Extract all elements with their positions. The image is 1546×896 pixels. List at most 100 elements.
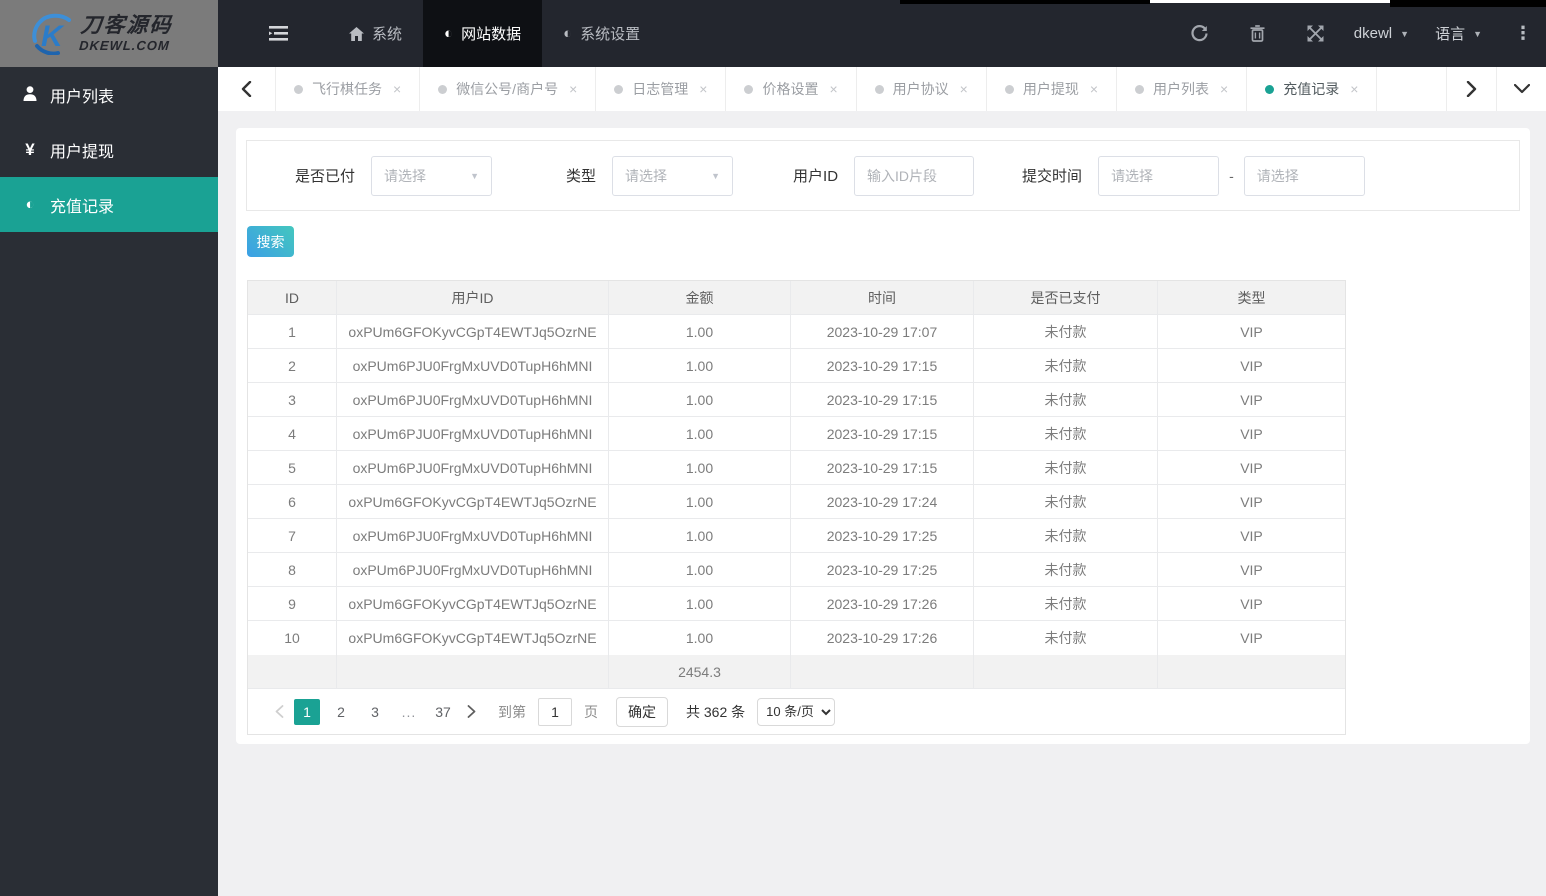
table-row: 7 oxPUm6PJU0FrgMxUVD0TupH6hMNI 1.00 2023… (248, 519, 1345, 553)
tab-item[interactable]: 价格设置 × (726, 67, 857, 111)
table-row: 2 oxPUm6PJU0FrgMxUVD0TupH6hMNI 1.00 2023… (248, 349, 1345, 383)
sidebar-item-recharge-records[interactable]: ◐ 充值记录 (0, 177, 218, 232)
tab-status-dot (438, 84, 448, 94)
column-header-paid: 是否已支付 (974, 281, 1158, 314)
cell-time: 2023-10-29 17:24 (791, 485, 974, 518)
tab-status-dot (874, 84, 884, 94)
pagination-bar: 1 2 3 ... 37 到第 页 确定 共 362 条 10 条/页 (248, 689, 1345, 734)
brand-text: 刀客源码 DKEWL.COM (79, 14, 174, 53)
cell-time: 2023-10-29 17:25 (791, 519, 974, 552)
page-number[interactable]: 37 (430, 699, 456, 725)
half-circle-icon: ◐ (563, 25, 573, 42)
cell-paid-status: 未付款 (974, 485, 1158, 518)
cell-time: 2023-10-29 17:15 (791, 417, 974, 450)
cell-time: 2023-10-29 17:25 (791, 553, 974, 586)
cell-paid-status: 未付款 (974, 553, 1158, 586)
cell-id: 9 (248, 587, 337, 620)
cell-type: VIP (1240, 459, 1263, 476)
cell-time: 2023-10-29 17:15 (791, 349, 974, 382)
close-icon[interactable]: × (829, 81, 837, 97)
screen-edge-artifact (1390, 0, 1546, 7)
language-menu[interactable]: 语言 ▼ (1435, 23, 1482, 44)
table-row: 3 oxPUm6PJU0FrgMxUVD0TupH6hMNI 1.00 2023… (248, 383, 1345, 417)
cell-id: 2 (248, 349, 337, 382)
close-icon[interactable]: × (569, 81, 577, 97)
more-options-icon[interactable]: ⋮ (1508, 0, 1538, 67)
cell-amount: 1.00 (609, 417, 791, 450)
next-page-icon[interactable] (460, 699, 482, 725)
type-select[interactable]: 请选择 ▼ (612, 155, 734, 196)
table-row: 8 oxPUm6PJU0FrgMxUVD0TupH6hMNI 1.00 2023… (248, 553, 1345, 587)
cell-id: 4 (248, 417, 337, 450)
filter-bar: 是否已付 请选择 ▼ 类型 请选择 ▼ 用户ID 提交时间 - (246, 140, 1520, 211)
tab-status-dot (744, 84, 754, 94)
user-menu[interactable]: dkewl ▼ (1354, 25, 1409, 42)
page-number[interactable]: 1 (294, 698, 320, 725)
menu-item-site-data[interactable]: ◐ 网站数据 (423, 0, 543, 67)
goto-page-input[interactable] (538, 697, 572, 726)
chevron-down-icon: ▼ (1473, 28, 1482, 39)
close-icon[interactable]: × (960, 81, 968, 97)
page-number[interactable]: 2 (328, 699, 354, 725)
tab-item[interactable]: 微信公号/商户号 × (420, 67, 597, 111)
tab-label: 飞行棋任务 (312, 81, 382, 97)
brand-logo: K 刀客源码 DKEWL.COM (0, 0, 218, 67)
cell-time: 2023-10-29 17:15 (791, 383, 974, 416)
paid-status-value: 请选择 (384, 167, 427, 184)
user-id-input[interactable] (854, 155, 975, 196)
type-value: 请选择 (625, 167, 668, 184)
navbar-tools: dkewl ▼ 语言 ▼ ⋮ (1180, 0, 1546, 67)
confirm-button[interactable]: 确定 (616, 696, 668, 727)
page-size-select[interactable]: 10 条/页 (757, 697, 836, 726)
page-number[interactable]: 3 (362, 699, 388, 725)
tabs-menu-icon[interactable] (1496, 67, 1546, 111)
tab-item[interactable]: 飞行棋任务 × (276, 67, 421, 111)
menu-item-system[interactable]: 系统 (328, 0, 423, 67)
close-icon[interactable]: × (699, 81, 707, 97)
summary-cell (791, 655, 974, 688)
cell-userid: oxPUm6PJU0FrgMxUVD0TupH6hMNI (337, 451, 609, 484)
trash-icon[interactable] (1238, 0, 1278, 67)
start-date-input[interactable] (1098, 155, 1220, 196)
cell-paid-status: 未付款 (974, 587, 1158, 620)
cell-amount: 1.00 (609, 621, 791, 655)
cell-paid-status: 未付款 (974, 417, 1158, 450)
sidebar-item-user-list[interactable]: 用户列表 (0, 67, 218, 122)
tab-item[interactable]: 用户提现 × (987, 67, 1118, 111)
tabs-scroll-left-icon[interactable] (218, 67, 276, 111)
cell-paid-status: 未付款 (974, 349, 1158, 382)
chevron-down-icon: ▼ (1400, 28, 1410, 39)
sidebar-item-label: 用户列表 (50, 88, 115, 106)
table-row: 1 oxPUm6GFOKyvCGpT4EWTJq5OzrNE 1.00 2023… (248, 315, 1345, 349)
cell-amount: 1.00 (609, 519, 791, 552)
tab-item[interactable]: 充值记录 × (1247, 67, 1378, 111)
table-row: 10 oxPUm6GFOKyvCGpT4EWTJq5OzrNE 1.00 202… (248, 621, 1345, 655)
prev-page-icon[interactable] (268, 699, 290, 725)
cell-amount: 1.00 (609, 587, 791, 620)
tab-item[interactable]: 日志管理 × (596, 67, 727, 111)
cell-userid: oxPUm6PJU0FrgMxUVD0TupH6hMNI (337, 519, 609, 552)
fullscreen-icon[interactable] (1296, 0, 1336, 67)
tab-item[interactable]: 用户列表 × (1117, 67, 1248, 111)
close-icon[interactable]: × (393, 81, 401, 97)
sidebar-toggle-icon[interactable] (260, 0, 296, 67)
close-icon[interactable]: × (1350, 81, 1358, 97)
refresh-icon[interactable] (1180, 0, 1220, 67)
end-date-input[interactable] (1243, 155, 1365, 196)
cell-paid-status: 未付款 (974, 451, 1158, 484)
tabs-scroll-right-icon[interactable] (1446, 67, 1496, 111)
cell-id: 7 (248, 519, 337, 552)
tab-label: 充值记录 (1283, 81, 1340, 97)
close-icon[interactable]: × (1090, 81, 1098, 97)
search-button[interactable]: 搜索 (247, 226, 294, 257)
sidebar-item-user-withdraw[interactable]: ¥ 用户提现 (0, 122, 218, 177)
close-icon[interactable]: × (1220, 81, 1228, 97)
tab-item[interactable]: 用户协议 × (857, 67, 987, 111)
tab-status-dot (1004, 84, 1014, 94)
page-number[interactable]: ... (396, 699, 422, 725)
table-body: 1 oxPUm6GFOKyvCGpT4EWTJq5OzrNE 1.00 2023… (248, 315, 1345, 655)
cell-id: 5 (248, 451, 337, 484)
sidebar: 用户列表 ¥ 用户提现 ◐ 充值记录 (0, 67, 218, 896)
paid-status-select[interactable]: 请选择 ▼ (371, 155, 493, 196)
menu-item-system-settings[interactable]: ◐ 系统设置 (542, 0, 661, 67)
